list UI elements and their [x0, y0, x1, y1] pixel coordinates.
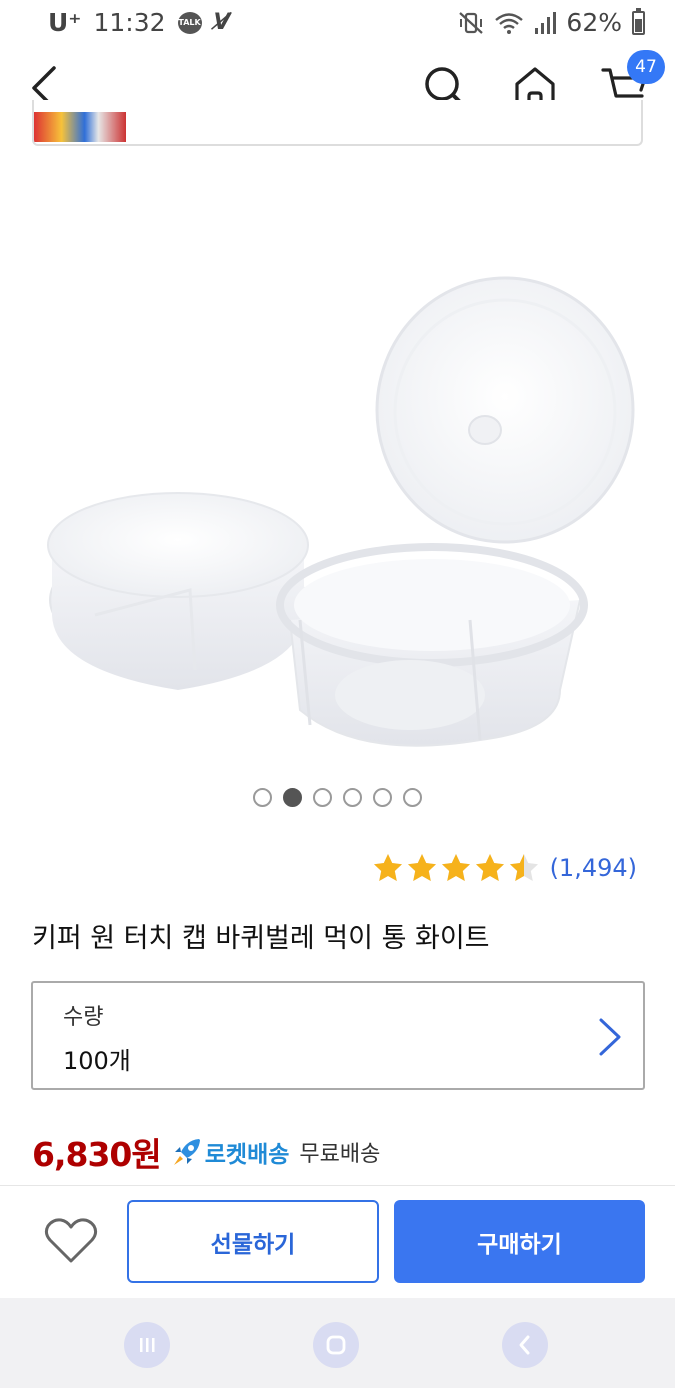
home-nav-button[interactable] — [313, 1322, 359, 1368]
status-left: U⁺ 11:32 TALK V̸ — [48, 8, 231, 37]
carousel-dot[interactable] — [343, 788, 362, 807]
rocket-delivery-label: 로켓배송 — [204, 1142, 290, 1168]
banner-thumbnail — [34, 112, 126, 142]
carousel-dot[interactable] — [313, 788, 332, 807]
option-value: 100개 — [63, 1047, 131, 1075]
product-title: 키퍼 원 터치 캡 바퀴벌레 먹이 통 화이트 — [32, 923, 490, 954]
carousel-dot[interactable] — [403, 788, 422, 807]
battery-icon — [632, 7, 645, 35]
rocket-icon — [173, 1139, 200, 1165]
mute-vibrate-icon — [459, 11, 484, 34]
battery-level — [635, 19, 642, 32]
bottom-action-bar: 선물하기 구매하기 — [0, 1185, 675, 1298]
signal-icon — [535, 11, 557, 34]
review-count[interactable]: (1,494) — [550, 854, 637, 882]
cart-count-badge: 47 — [627, 50, 665, 84]
android-nav-bar — [0, 1298, 675, 1388]
status-right: 62% — [458, 7, 645, 37]
star-icon — [373, 854, 402, 881]
star-icon — [407, 854, 436, 881]
chevron-right-icon — [599, 1018, 621, 1056]
option-label: 수량 — [63, 1005, 104, 1030]
back-chevron-icon — [519, 1335, 530, 1355]
wifi-icon — [495, 12, 524, 34]
recent-apps-icon — [140, 1338, 155, 1352]
back-nav-button[interactable] — [502, 1322, 548, 1368]
carousel-dot[interactable] — [373, 788, 392, 807]
rating-stars — [372, 852, 540, 884]
battery-percent: 62% — [566, 8, 622, 37]
scrolled-banner[interactable] — [32, 100, 643, 146]
price: 6,830원 — [32, 1135, 162, 1174]
shipping-label: 무료배송 — [299, 1142, 381, 1167]
star-icon — [475, 854, 504, 881]
status-bar: U⁺ 11:32 TALK V̸ 62% — [0, 0, 675, 46]
star-icon — [441, 854, 470, 881]
carousel-dot[interactable] — [253, 788, 272, 807]
home-square-icon — [326, 1335, 346, 1355]
product-rating[interactable]: (1,494) — [372, 852, 637, 884]
quantity-option-selector[interactable]: 수량 100개 — [31, 981, 645, 1090]
heart-icon[interactable] — [44, 1216, 98, 1266]
carousel-dots — [0, 788, 675, 810]
carousel-dot[interactable] — [283, 788, 302, 807]
carrier-label: U⁺ — [48, 8, 82, 37]
price-row: 6,830원 로켓배송 무료배송 — [32, 1128, 380, 1176]
star-icon — [509, 854, 538, 881]
v3-icon: V̸ — [213, 10, 231, 35]
status-time: 11:32 — [93, 8, 166, 37]
product-image[interactable] — [0, 150, 675, 790]
buy-button[interactable]: 구매하기 — [394, 1200, 645, 1283]
gift-button[interactable]: 선물하기 — [127, 1200, 379, 1283]
recent-apps-button[interactable] — [124, 1322, 170, 1368]
banner-text — [172, 110, 632, 132]
kakaotalk-icon: TALK — [177, 11, 202, 34]
